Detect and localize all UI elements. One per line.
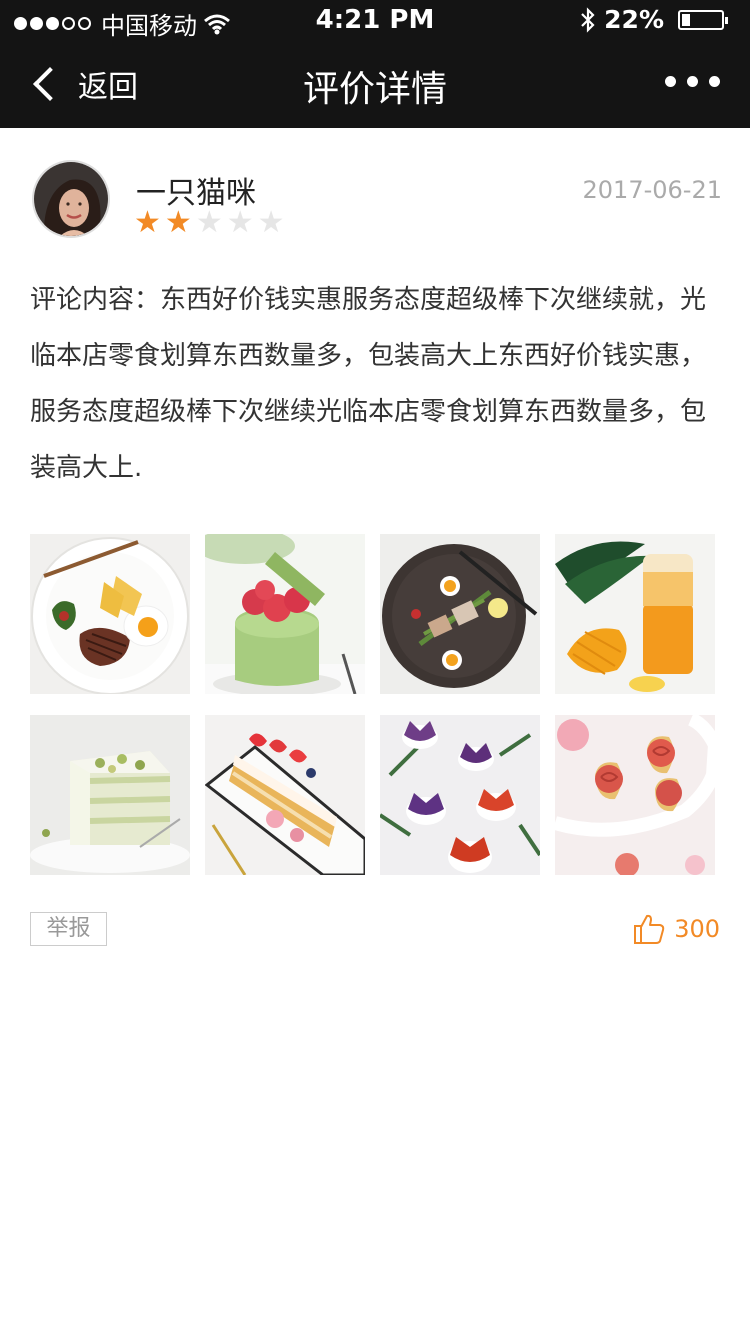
like-count: 300 (674, 915, 720, 943)
star-icon: ★ (226, 205, 254, 240)
more-button[interactable] (665, 76, 720, 87)
matcha-raspberry-cake-photo[interactable] (205, 534, 365, 694)
salad-plate-image (380, 534, 540, 694)
battery-percent: 22% (604, 5, 664, 34)
steak-plate-image (30, 534, 190, 694)
photo-gallery (30, 534, 720, 875)
status-right: 22% (580, 5, 728, 34)
star-icon: ★ (257, 205, 285, 240)
fox-cupcakes-image (380, 715, 540, 875)
mango-drink-image (555, 534, 715, 694)
pistachio-cake-image (30, 715, 190, 875)
rating-stars: ★ ★ ★ ★ ★ (134, 208, 285, 238)
pistachio-cake-photo[interactable] (30, 715, 190, 875)
more-dots-icon (687, 76, 698, 87)
like-button[interactable]: 300 (632, 912, 720, 946)
strawberry-cake-image (205, 715, 365, 875)
user-avatar-image (34, 162, 108, 236)
salad-plate-photo[interactable] (380, 534, 540, 694)
mango-drink-photo[interactable] (555, 534, 715, 694)
star-icon: ★ (164, 205, 192, 240)
fox-cupcakes-photo[interactable] (380, 715, 540, 875)
avatar[interactable] (32, 160, 110, 238)
rose-tarts-photo[interactable] (555, 715, 715, 875)
review-date: 2017-06-21 (582, 176, 722, 204)
star-icon: ★ (195, 205, 223, 240)
report-button[interactable]: 举报 (30, 912, 107, 946)
matcha-cake-image (205, 534, 365, 694)
bluetooth-icon (581, 6, 595, 33)
thumbs-up-icon (634, 914, 665, 944)
more-dots-icon (665, 76, 676, 87)
status-bar: 中国移动 4:21 PM 22% (0, 0, 750, 40)
page-title: 评价详情 (302, 69, 447, 110)
more-dots-icon (709, 76, 720, 87)
battery-icon (678, 9, 728, 30)
rose-tarts-image (555, 715, 715, 875)
review-comment: 评论内容：东西好价钱实惠服务态度超级棒下次继续就，光临本店零食划算东西数量多，包… (30, 285, 707, 483)
star-icon: ★ (134, 205, 161, 240)
navigation-bar: 返回 评价详情 (0, 40, 750, 128)
strawberry-cake-photo[interactable] (205, 715, 365, 875)
steak-plate-photo[interactable] (30, 534, 190, 694)
